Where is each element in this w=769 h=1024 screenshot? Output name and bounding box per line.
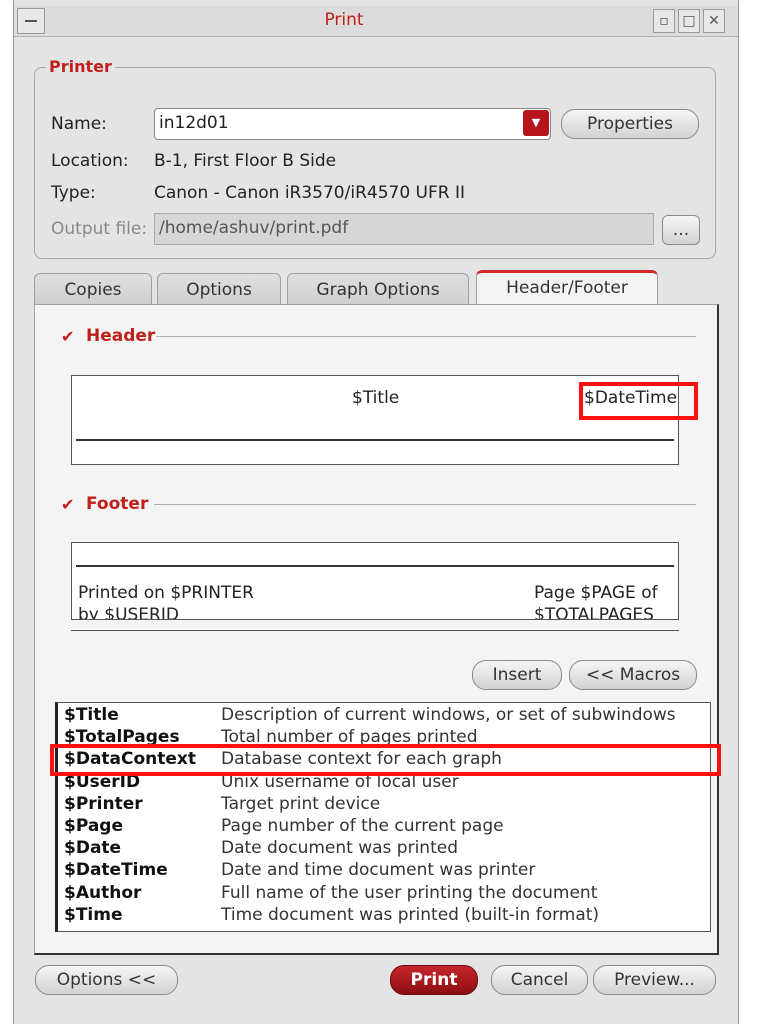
footer-label: Footer (86, 494, 149, 514)
printer-name-value: in12d01 (159, 113, 229, 133)
footer-checkbox[interactable]: ✔ (61, 497, 75, 513)
print-button[interactable]: Print (390, 965, 478, 995)
output-file-field[interactable]: /home/ashuv/print.pdf (154, 213, 654, 245)
macro-description: Full name of the user printing the docum… (221, 882, 598, 903)
tab-options[interactable]: Options (157, 273, 281, 304)
close-icon[interactable]: ✕ (703, 9, 725, 33)
output-file-value: /home/ashuv/print.pdf (159, 218, 349, 238)
window-title: Print (324, 10, 364, 30)
macro-key: $Page (64, 816, 124, 836)
preview-button[interactable]: Preview... (593, 965, 716, 995)
footer-left-text: Printed on $PRINTER (78, 583, 254, 603)
type-value: Canon - Canon iR3570/iR4570 UFR II (154, 183, 466, 203)
datacontext-highlight (50, 744, 721, 776)
macro-description: Description of current windows, or set o… (221, 705, 676, 725)
header-label: Header (86, 326, 156, 346)
macro-description: Date document was printed (221, 838, 458, 859)
header-rule (76, 439, 674, 441)
macros-button[interactable]: << Macros (569, 660, 697, 690)
minimize-icon[interactable]: ▫ (653, 9, 675, 33)
printer-name-combo[interactable]: in12d01 ▼ (154, 108, 551, 140)
maximize-icon[interactable]: □ (678, 9, 700, 33)
macro-key: $DateTime (64, 860, 168, 881)
macro-key: $Date (64, 838, 122, 859)
output-file-label: Output file: (51, 219, 148, 239)
footer-right-text: Page $PAGE of (534, 583, 658, 603)
location-label: Location: (51, 151, 129, 171)
tab-header-footer[interactable]: Header/Footer (476, 270, 658, 307)
macro-key: $Printer (64, 793, 143, 814)
title-bar: Print ▫ □ ✕ (14, 6, 738, 37)
footer-editor[interactable]: Printed on $PRINTER by $USERID Page $PAG… (71, 542, 679, 620)
macro-key: $Author (64, 882, 142, 903)
macro-key: $Title (64, 705, 119, 725)
options-toggle-button[interactable]: Options << (35, 965, 178, 995)
tab-graph-options[interactable]: Graph Options (287, 273, 469, 304)
footer-right-text-2: $TOTALPAGES (534, 605, 654, 620)
location-value: B-1, First Floor B Side (154, 151, 337, 171)
macro-key: $Time (64, 904, 123, 925)
footer-rule (76, 565, 674, 567)
chevron-down-icon[interactable]: ▼ (523, 110, 549, 136)
name-label: Name: (51, 114, 107, 134)
browse-button[interactable]: ... (662, 215, 700, 245)
properties-button[interactable]: Properties (561, 109, 699, 139)
printer-legend: Printer (46, 57, 115, 76)
header-divider (156, 336, 696, 337)
macro-description: Time document was printed (built-in form… (221, 904, 600, 925)
footer-bottom-rule (71, 630, 679, 631)
macro-description: Date and time document was printer (221, 860, 536, 881)
header-datetime-highlight (579, 382, 698, 420)
header-center-text: $Title (352, 388, 400, 408)
macros-list[interactable]: $Title Description of current windows, or… (55, 702, 711, 932)
type-label: Type: (51, 183, 96, 203)
header-checkbox[interactable]: ✔ (61, 329, 75, 345)
macro-description: Page number of the current page (221, 816, 504, 836)
footer-left-text-2: by $USERID (78, 605, 179, 620)
cancel-button[interactable]: Cancel (491, 965, 588, 995)
print-dialog: Print ▫ □ ✕ Printer Name: in12d01 ▼ Prop… (13, 0, 739, 1024)
insert-button[interactable]: Insert (472, 660, 562, 690)
footer-divider (154, 504, 696, 505)
macro-description: Target print device (221, 793, 381, 814)
tab-copies[interactable]: Copies (34, 273, 152, 304)
